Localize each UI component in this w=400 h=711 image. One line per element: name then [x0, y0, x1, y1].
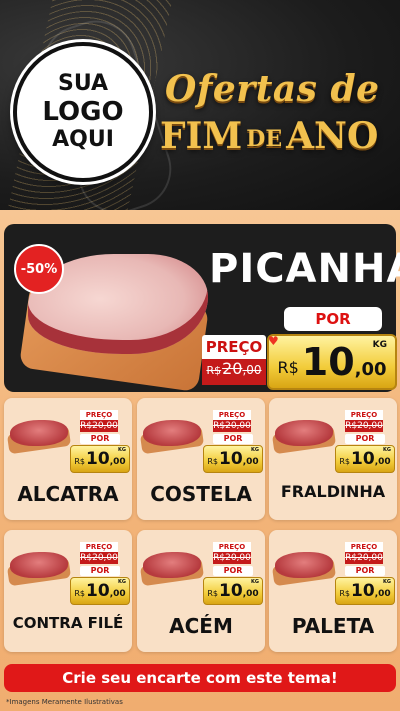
- price-cents: ,00: [374, 456, 391, 467]
- price-currency: R$: [207, 588, 219, 598]
- price-currency: R$: [74, 588, 86, 598]
- product-image: [275, 420, 333, 446]
- heart-icon: ♥: [268, 334, 279, 348]
- new-price: KG R$ 10,00: [335, 577, 395, 605]
- price-integer: 10: [219, 449, 243, 469]
- headline-word-ano: ANO: [286, 115, 379, 157]
- new-price: KG R$ 10,00: [267, 334, 397, 390]
- product-name: FRALDINHA: [280, 482, 386, 501]
- product-name: ACÉM: [169, 614, 233, 638]
- old-price-integer: 20: [222, 359, 243, 378]
- old-price: R$20,00: [345, 420, 383, 432]
- price-unit: KG: [251, 579, 259, 585]
- price-cents: ,00: [242, 456, 259, 467]
- price-cents: ,00: [109, 588, 126, 599]
- price-currency: R$: [277, 357, 299, 377]
- price-unit: KG: [251, 447, 259, 453]
- price-integer: 10: [301, 340, 355, 384]
- headline-word-fim: FIM: [160, 115, 243, 157]
- por-label: POR: [213, 434, 253, 444]
- preco-label: PREÇO: [345, 542, 383, 552]
- product-name: CONTRA FILÉ: [12, 614, 124, 632]
- por-label: POR: [284, 307, 382, 331]
- price-cents: ,00: [109, 456, 126, 467]
- preco-label: PREÇO: [202, 335, 266, 359]
- por-label: POR: [213, 566, 253, 576]
- preco-label: PREÇO: [80, 542, 118, 552]
- logo-placeholder[interactable]: SUA LOGO AQUI: [13, 42, 153, 182]
- product-card[interactable]: PREÇO R$20,00 POR KG R$ 10,00 PALETA: [269, 530, 397, 652]
- disclaimer-text: *Imagens Meramente Ilustrativas: [6, 698, 123, 706]
- product-name: PALETA: [291, 614, 375, 638]
- price-unit: KG: [383, 579, 391, 585]
- product-image: [143, 552, 201, 578]
- product-image: [10, 552, 68, 578]
- price-unit: KG: [118, 579, 126, 585]
- featured-product-card[interactable]: -50% PICANHA POR PREÇO R$ 20,00 KG R$ 10,0…: [4, 224, 400, 393]
- product-image: [10, 420, 68, 446]
- offers-area: -50% PICANHA POR PREÇO R$ 20,00 KG R$ 10,0…: [0, 210, 400, 711]
- headline-line-1: Ofertas de: [165, 68, 380, 110]
- headline-line-2: FIM DE ANO: [160, 115, 378, 157]
- logo-line-2: LOGO: [42, 97, 124, 127]
- preco-label: PREÇO: [213, 410, 251, 420]
- old-price: R$20,00: [213, 420, 251, 432]
- price-currency: R$: [74, 456, 86, 466]
- price-cents: ,00: [374, 588, 391, 599]
- price-cents: ,00: [354, 358, 387, 380]
- product-card[interactable]: PREÇO R$20,00 POR KG R$ 10,00 FRALDINHA: [269, 398, 397, 520]
- product-name: ALCATRA: [17, 482, 119, 506]
- price-integer: 10: [86, 449, 110, 469]
- new-price: KG R$ 10,00: [70, 445, 130, 473]
- logo-line-1: SUA: [57, 71, 109, 96]
- old-price: R$20,00: [213, 552, 251, 564]
- price-unit: KG: [372, 340, 387, 350]
- headline-word-de: DE: [246, 126, 283, 152]
- preco-label: PREÇO: [345, 410, 383, 420]
- featured-product-name: PICANHA: [209, 246, 400, 292]
- por-label: POR: [345, 434, 385, 444]
- old-price-currency: R$: [206, 364, 222, 377]
- price-integer: 10: [351, 449, 375, 469]
- price-unit: KG: [383, 447, 391, 453]
- new-price: KG R$ 10,00: [70, 577, 130, 605]
- old-price: R$20,00: [80, 420, 118, 432]
- new-price: KG R$ 10,00: [203, 577, 263, 605]
- price-unit: KG: [118, 447, 126, 453]
- product-name: COSTELA: [150, 482, 252, 506]
- new-price: KG R$ 10,00: [335, 445, 395, 473]
- discount-badge: -50%: [14, 244, 64, 294]
- preco-label: PREÇO: [213, 542, 251, 552]
- old-price: R$20,00: [202, 359, 266, 385]
- price-currency: R$: [339, 456, 351, 466]
- price-currency: R$: [339, 588, 351, 598]
- price-currency: R$: [207, 456, 219, 466]
- por-label: POR: [80, 434, 120, 444]
- por-label: POR: [80, 566, 120, 576]
- logo-line-3: AQUI: [52, 127, 114, 152]
- product-card[interactable]: PREÇO R$20,00 POR KG R$ 10,00 COSTELA: [137, 398, 265, 520]
- price-cents: ,00: [242, 588, 259, 599]
- por-label: POR: [345, 566, 385, 576]
- create-flyer-button[interactable]: Crie seu encarte com este tema!: [4, 664, 396, 692]
- price-integer: 10: [219, 581, 243, 601]
- old-price: R$20,00: [345, 552, 383, 564]
- header-banner: SUA LOGO AQUI Ofertas de FIM DE ANO: [0, 0, 400, 210]
- price-integer: 10: [351, 581, 375, 601]
- preco-label: PREÇO: [80, 410, 118, 420]
- product-card[interactable]: PREÇO R$20,00 POR KG R$ 10,00 ACÉM: [137, 530, 265, 652]
- old-price-cents: ,00: [242, 363, 262, 377]
- product-image: [143, 420, 201, 446]
- product-card[interactable]: PREÇO R$20,00 POR KG R$ 10,00 CONTRA FILÉ: [4, 530, 132, 652]
- new-price: KG R$ 10,00: [203, 445, 263, 473]
- price-integer: 10: [86, 581, 110, 601]
- product-card[interactable]: PREÇO R$20,00 POR KG R$ 10,00 ALCATRA: [4, 398, 132, 520]
- product-image: [275, 552, 333, 578]
- old-price: R$20,00: [80, 552, 118, 564]
